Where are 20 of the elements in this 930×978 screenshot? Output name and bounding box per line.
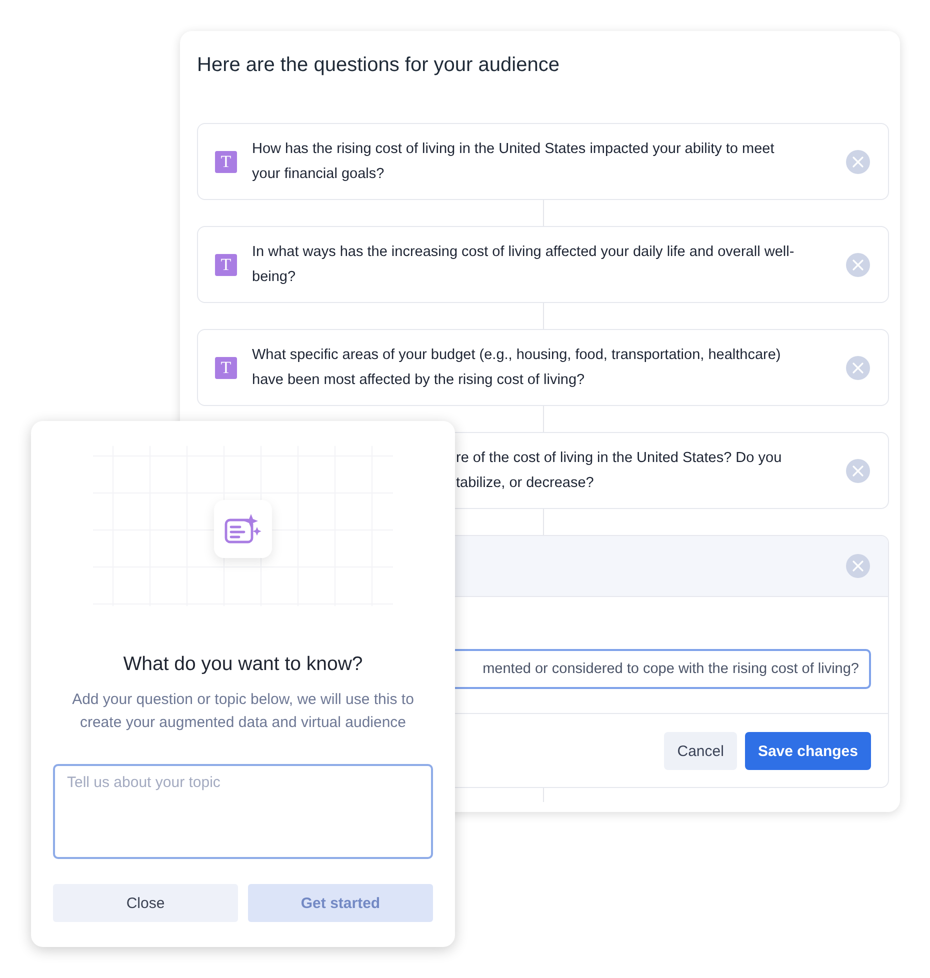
text-type-icon: T bbox=[215, 356, 237, 378]
text-type-icon: T bbox=[215, 150, 237, 172]
save-button[interactable]: Save changes bbox=[744, 732, 871, 770]
text-type-icon: T bbox=[215, 254, 237, 276]
question-text: re of the cost of living in the United States? Do you bbox=[456, 448, 783, 468]
remove-icon[interactable] bbox=[846, 356, 870, 380]
close-button[interactable]: Close bbox=[53, 884, 238, 922]
panel-title: Here are the questions for your audience bbox=[197, 53, 560, 78]
question-text: How has the rising cost of living in the United States impacted your ability to meet your financial goals? bbox=[252, 140, 776, 184]
question-text: What specific areas of your budget (e.g., housing, food, transportation, healthcare) have been most affected by the rising cost of living? bbox=[252, 346, 782, 390]
remove-icon[interactable] bbox=[846, 150, 870, 174]
question-text: In what ways has the increasing cost of living affected your daily life and overall well-being? bbox=[252, 242, 796, 286]
sparkle-document-icon bbox=[224, 513, 262, 545]
remove-icon[interactable] bbox=[846, 252, 870, 276]
remove-icon[interactable] bbox=[846, 554, 870, 578]
question-text: tabilize, or decrease? bbox=[456, 474, 595, 492]
topic-field[interactable]: Tell us about your topic bbox=[53, 764, 433, 859]
dialog-description: Add your question or topic below, we will use this to create your augmented data and virtual audience bbox=[71, 690, 415, 733]
cancel-button[interactable]: Cancel bbox=[664, 732, 737, 770]
remove-icon[interactable] bbox=[846, 458, 870, 482]
